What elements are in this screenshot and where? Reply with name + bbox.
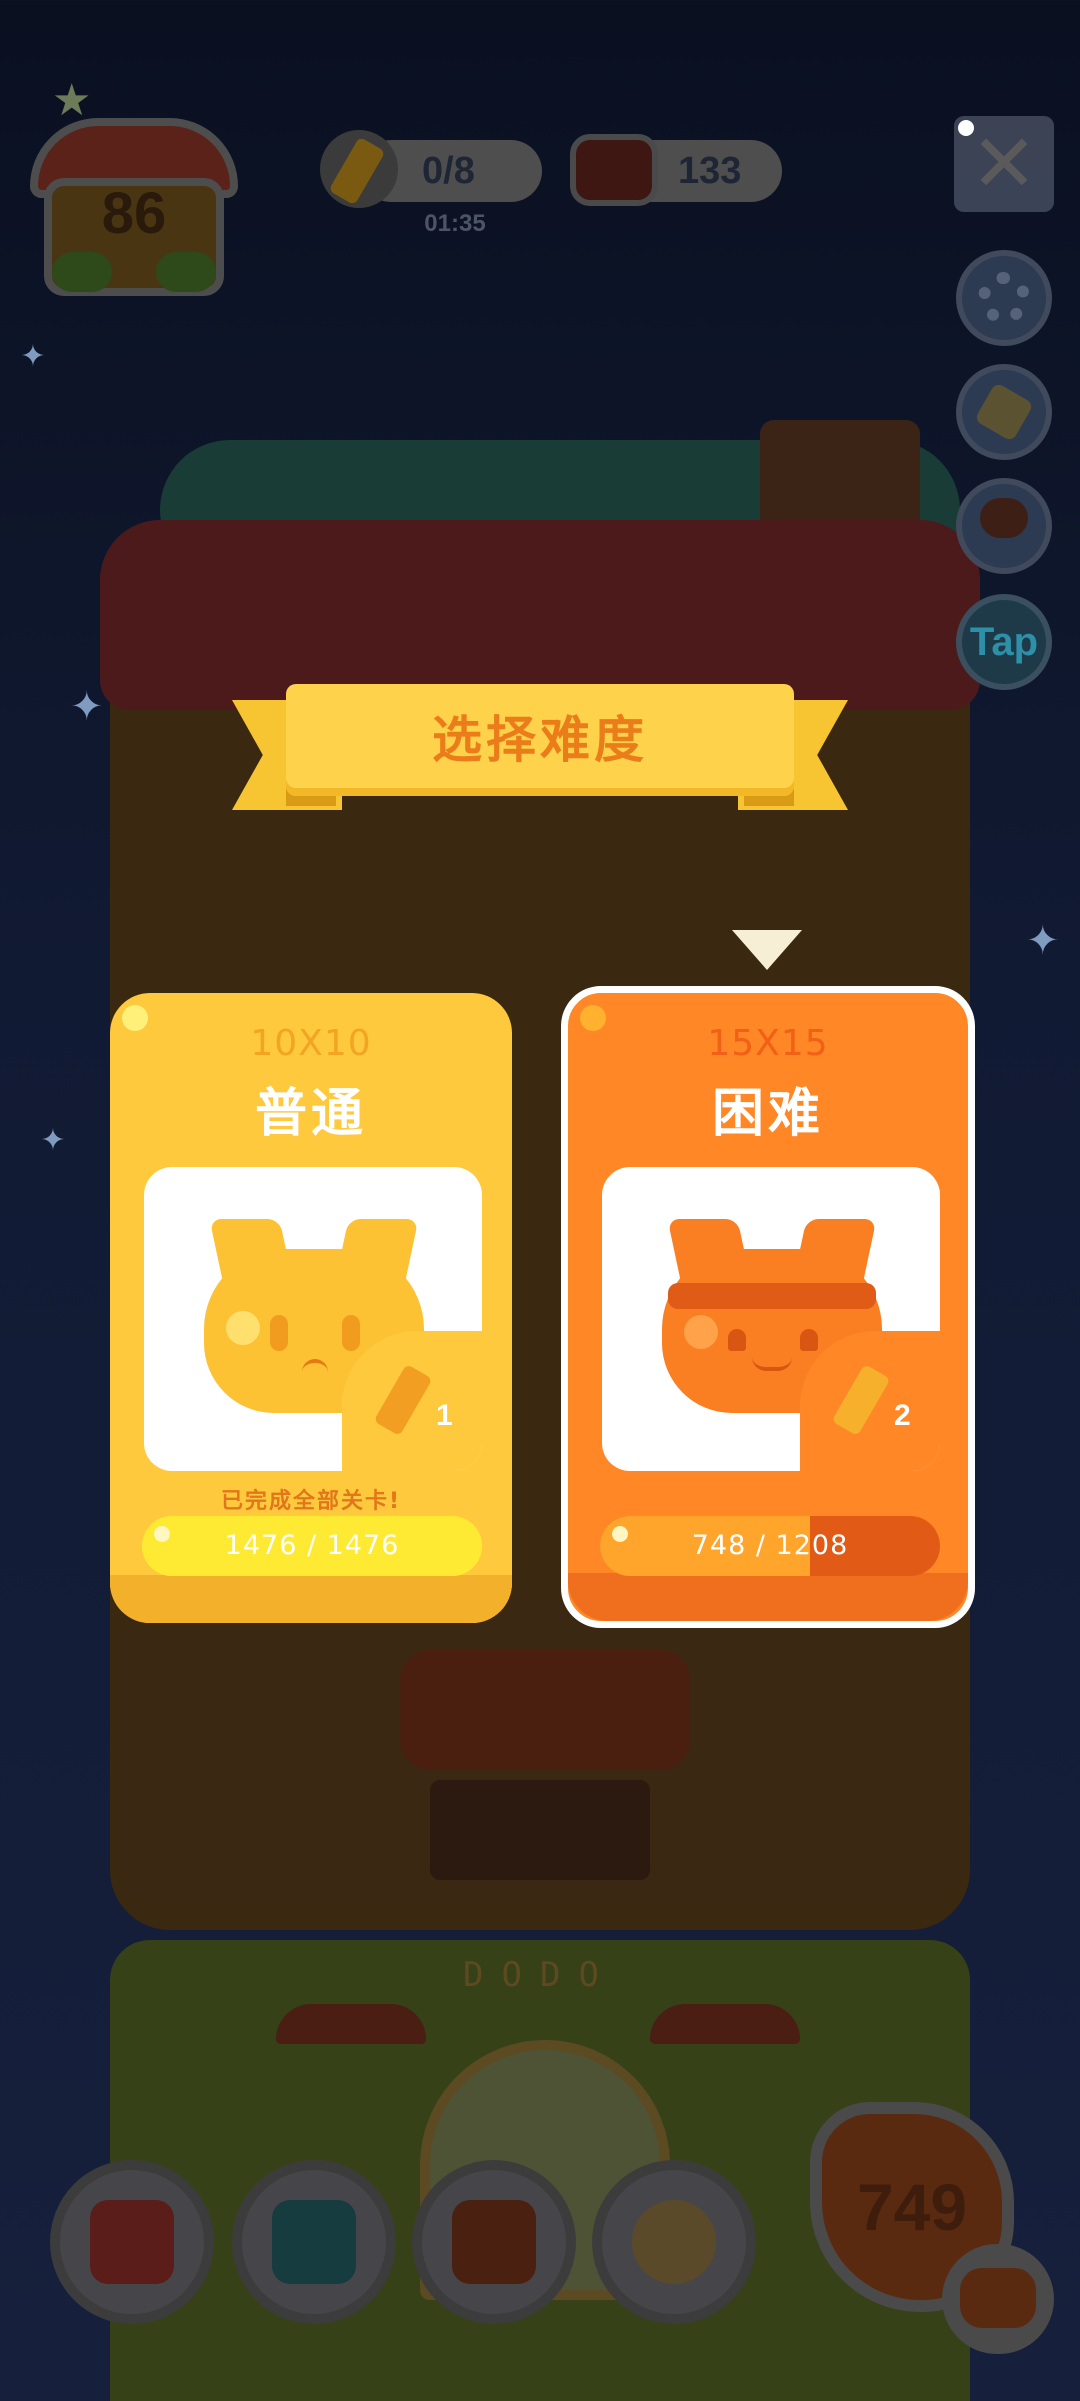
pencil-icon (320, 130, 398, 208)
collection-book-button[interactable] (232, 2160, 396, 2324)
gear-icon (978, 272, 1030, 324)
house-sign: DODO (463, 1955, 617, 1995)
star-decoration: ✦ (20, 339, 46, 374)
snow-globe-button[interactable] (592, 2160, 756, 2324)
house-level-badge[interactable]: 86 (30, 118, 238, 298)
puzzle-preview: 2 (602, 1167, 940, 1471)
stamp-icon (980, 498, 1028, 538)
pencil-cost: 2 (894, 1399, 911, 1432)
difficulty-card-normal[interactable]: 10X10 普通 1 已完成全部关卡! 1476 / 1476 (110, 993, 512, 1623)
touch-indicator (958, 120, 974, 136)
bush-icon (156, 252, 216, 292)
gallery-button[interactable] (412, 2160, 576, 2324)
picture-frame-icon (452, 2200, 536, 2284)
grid-size: 15X15 (707, 1023, 829, 1064)
pencil-icon (831, 1363, 891, 1437)
paint-brush-icon (973, 381, 1035, 443)
coffee-table (430, 1780, 650, 1880)
stamp-button[interactable] (956, 478, 1052, 574)
difficulty-card-hard[interactable]: 15X15 困难 2 748 / 1208 (561, 986, 975, 1628)
cat-food-can-icon (570, 134, 658, 206)
pencil-cost-badge: 2 (800, 1331, 940, 1471)
modal-title: 选择难度 (432, 711, 648, 769)
difficulty-label: 普通 (254, 1084, 367, 1144)
star-decoration: ✦ (40, 1123, 66, 1158)
grid-size: 10X10 (250, 1023, 372, 1064)
paint-brush-button[interactable] (956, 364, 1052, 460)
pencil-refill-timer: 01:35 (424, 210, 486, 237)
ceiling-lamp (650, 2004, 800, 2044)
star-decoration: ✦ (1026, 918, 1060, 964)
difficulty-label: 困难 (711, 1084, 824, 1144)
progress-text: 748 / 1208 (691, 1530, 849, 1561)
pencil-cost: 1 (436, 1399, 453, 1432)
card-shadow (110, 1575, 512, 1623)
furniture-button[interactable] (50, 2160, 214, 2324)
book-icon (272, 2200, 356, 2284)
sofa-icon (90, 2200, 174, 2284)
completion-status: 已完成全部关卡! (220, 1489, 402, 1514)
progress-text: 1476 / 1476 (224, 1530, 400, 1561)
pencil-cost-badge: 1 (342, 1331, 482, 1471)
card-shadow (568, 1573, 968, 1621)
tap-button[interactable]: Tap (956, 594, 1052, 690)
pencil-icon (373, 1363, 433, 1437)
bush-icon (52, 252, 112, 292)
settings-button[interactable] (956, 250, 1052, 346)
progress-bar: 1476 / 1476 (142, 1516, 482, 1576)
sofa (400, 1650, 690, 1770)
star-decoration: ✦ (70, 684, 104, 730)
puzzle-preview: 1 (144, 1167, 482, 1471)
snow-globe-icon (632, 2200, 716, 2284)
house-level-value: 86 (101, 181, 167, 246)
house-roof (100, 520, 980, 710)
progress-bar: 748 / 1208 (600, 1516, 940, 1576)
ceiling-lamp (276, 2004, 426, 2044)
star-decoration: ★ (52, 75, 92, 126)
cat-face-icon (942, 2244, 1054, 2354)
